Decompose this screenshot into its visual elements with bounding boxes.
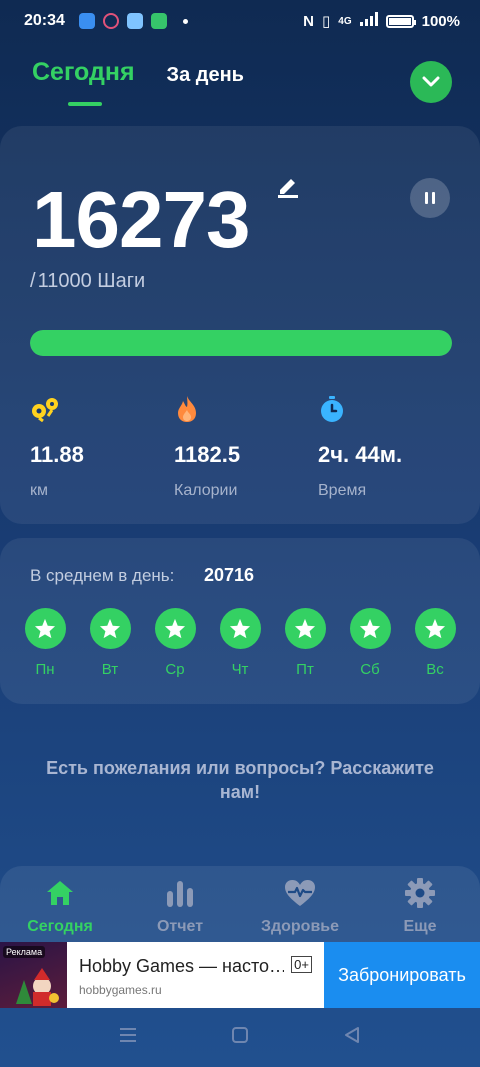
- settings-app-icon: [102, 13, 119, 29]
- nav-more[interactable]: Еще: [360, 866, 480, 942]
- steps-progress-fill: [30, 330, 452, 356]
- star-icon: [154, 608, 196, 649]
- nav-health-label: Здоровье: [260, 918, 340, 935]
- nav-more-label: Еще: [403, 918, 437, 935]
- steps-goal: /11000 Шаги: [30, 270, 146, 292]
- nav-today[interactable]: Сегодня: [0, 866, 120, 942]
- weekday-item[interactable]: Пн: [24, 608, 66, 678]
- home-icon: [46, 878, 74, 908]
- feedback-link[interactable]: Есть пожелания или вопросы? Расскажите н…: [40, 756, 440, 804]
- distance-value: 11.88: [30, 442, 84, 467]
- steps-count: 16273: [32, 175, 250, 264]
- top-tabs: Сегодня За день: [32, 58, 452, 108]
- vibrate-icon: ▯: [322, 13, 331, 30]
- gear-icon: [405, 878, 435, 908]
- goal-value: 11000: [37, 270, 92, 292]
- ad-url: hobbygames.ru: [79, 983, 162, 997]
- ad-cta-button[interactable]: Забронировать: [324, 942, 480, 1008]
- route-pin-icon: [30, 394, 84, 424]
- recents-icon[interactable]: [119, 1027, 137, 1048]
- time-stat: 2ч. 44м. Время: [318, 394, 402, 500]
- star-icon: [349, 608, 391, 649]
- chevron-down-icon: [422, 76, 440, 87]
- battery-icon: [385, 14, 416, 28]
- tab-daily[interactable]: За день: [167, 58, 244, 87]
- average-value: 20716: [204, 565, 255, 585]
- system-nav-bar: [0, 1008, 480, 1067]
- weekday-row: Пн Вт Ср Чт Пт Сб Вс: [24, 608, 456, 678]
- weekday-label: Сб: [360, 661, 380, 678]
- stopwatch-icon: [318, 394, 402, 424]
- dropdown-button[interactable]: [410, 61, 452, 103]
- battery-percent: 100%: [421, 12, 460, 30]
- network-label: 4G: [338, 15, 352, 27]
- shop-app-icon: [150, 13, 167, 29]
- nfc-icon: N: [303, 12, 315, 30]
- time-value: 2ч. 44м.: [318, 442, 403, 467]
- weekday-label: Вт: [101, 661, 119, 678]
- steps-progress-bar: [30, 330, 452, 356]
- nav-report-label: Отчет: [156, 918, 204, 935]
- nav-report[interactable]: Отчет: [120, 866, 240, 942]
- distance-stat: 11.88 км: [30, 394, 84, 500]
- ad-age-rating: 0+: [291, 956, 312, 973]
- nav-today-label: Сегодня: [27, 918, 93, 935]
- goal-unit: Шаги: [97, 270, 146, 292]
- ad-title: Hobby Games — насто…: [79, 956, 284, 976]
- calories-label: Калории: [174, 482, 238, 499]
- star-icon: [284, 608, 326, 649]
- heart-pulse-icon: [284, 878, 316, 908]
- ad-image[interactable]: Реклама: [0, 942, 67, 1008]
- calories-stat: 1182.5 Калории: [174, 394, 240, 500]
- weekday-label: Ср: [165, 661, 185, 678]
- weekday-item[interactable]: Ср: [154, 608, 196, 678]
- nav-health[interactable]: Здоровье: [240, 866, 360, 942]
- home-button-icon[interactable]: [231, 1026, 249, 1049]
- time-label: Время: [318, 482, 367, 499]
- bottom-nav: Сегодня Отчет Здоровье Еще: [0, 866, 480, 942]
- flame-icon: [174, 394, 240, 424]
- signal-icon: [359, 12, 378, 30]
- tab-today[interactable]: Сегодня: [32, 58, 135, 106]
- weekday-label: Пт: [296, 661, 314, 678]
- weekday-item[interactable]: Чт: [219, 608, 261, 678]
- calories-value: 1182.5: [174, 442, 241, 467]
- distance-label: км: [30, 482, 48, 499]
- average-card: В среднем в день: 20716 Пн Вт Ср Чт Пт Сб Вс: [0, 538, 480, 704]
- weekday-label: Пн: [35, 661, 55, 678]
- browser-app-icon: [126, 13, 143, 29]
- average-label: В среднем в день:: [30, 566, 175, 585]
- weekday-item[interactable]: Вт: [89, 608, 131, 678]
- weekday-item[interactable]: Пт: [284, 608, 326, 678]
- bar-chart-icon: [165, 878, 195, 908]
- weekday-item[interactable]: Вс: [414, 608, 456, 678]
- star-icon: [24, 608, 66, 649]
- ad-body[interactable]: Hobby Games — насто… hobbygames.ru 0+: [67, 942, 324, 1008]
- weekday-label: Вс: [426, 661, 444, 678]
- star-icon: [89, 608, 131, 649]
- status-bar: 20:34 N ▯ 4G 100%: [0, 0, 480, 42]
- status-time: 20:34: [24, 12, 65, 29]
- ad-banner[interactable]: Реклама Hobby Games — насто… hobbygames.…: [0, 942, 480, 1008]
- back-icon[interactable]: [343, 1026, 361, 1049]
- ad-tag: Реклама: [3, 946, 46, 958]
- star-icon: [219, 608, 261, 649]
- today-card: 16273 /11000 Шаги 11.88 км 1182.5 Калори…: [0, 126, 480, 524]
- pause-button[interactable]: [410, 178, 450, 218]
- more-notifications-icon: [182, 18, 188, 24]
- star-icon: [414, 608, 456, 649]
- weekday-label: Чт: [231, 661, 249, 678]
- weekday-item[interactable]: Сб: [349, 608, 391, 678]
- weather-app-icon: [78, 13, 95, 29]
- edit-goal-icon[interactable]: [276, 174, 300, 203]
